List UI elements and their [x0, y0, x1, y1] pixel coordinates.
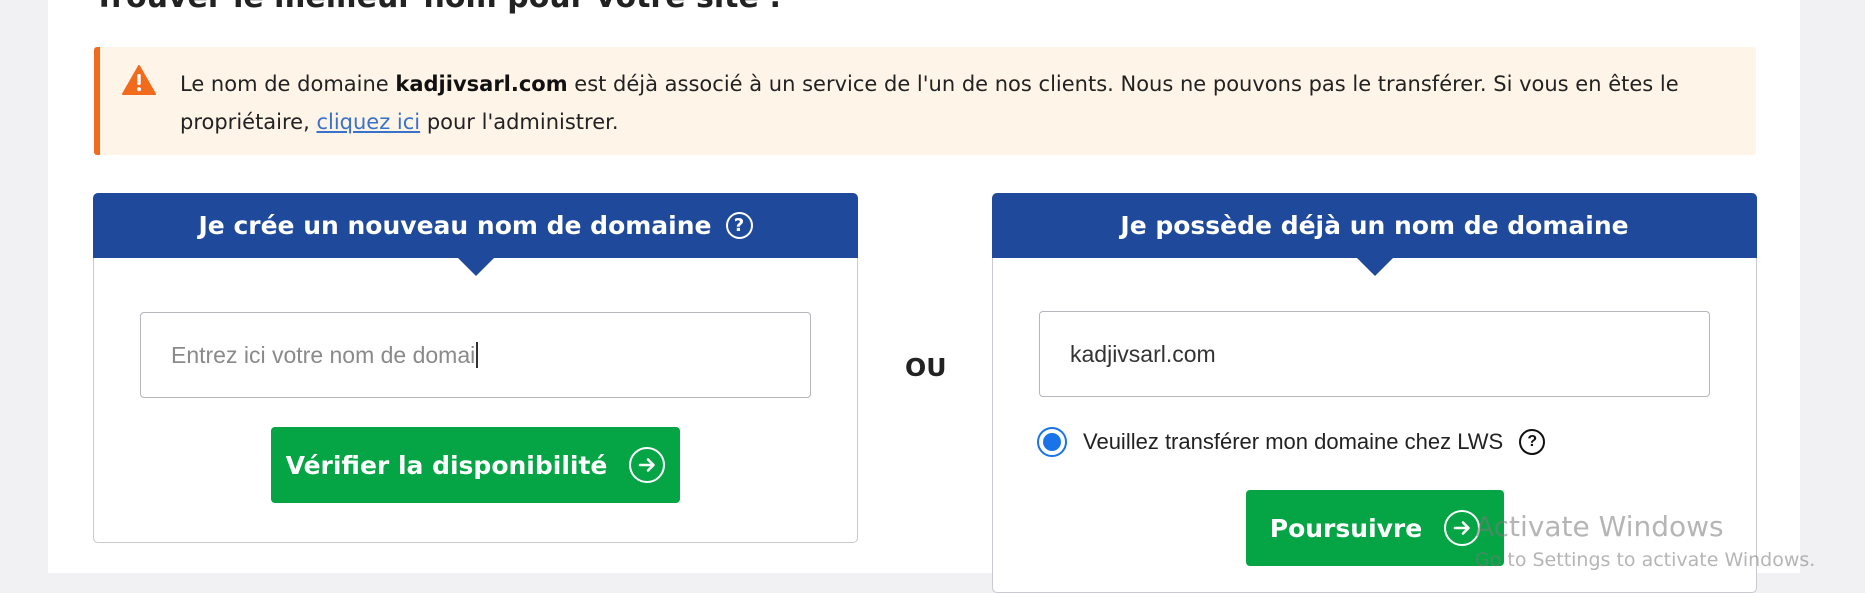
existing-domain-title: Je possède déjà un nom de domaine: [1120, 211, 1629, 240]
transfer-radio[interactable]: [1037, 427, 1067, 457]
continue-label: Poursuivre: [1269, 513, 1423, 543]
alert-text-before: Le nom de domaine: [180, 72, 396, 96]
header-pointer: [1356, 258, 1393, 276]
header-pointer: [457, 258, 494, 276]
check-availability-button[interactable]: Vérifier la disponibilité: [271, 427, 680, 503]
watermark-line2: Go to Settings to activate Windows.: [1475, 549, 1816, 571]
help-circle-icon[interactable]: ?: [1519, 429, 1546, 455]
transfer-option[interactable]: Veuillez transférer mon domaine chez LWS…: [1037, 427, 1546, 457]
watermark-line1: Activate Windows: [1475, 510, 1724, 543]
page-title: Trouver le meilleur nom pour votre site …: [94, 0, 781, 15]
text-caret: [476, 342, 478, 368]
new-domain-input-text: Entrez ici votre nom de domai: [171, 341, 476, 368]
domain-warning-alert: Le nom de domaine kadjivsarl.com est déj…: [94, 47, 1756, 155]
check-availability-label: Vérifier la disponibilité: [285, 450, 608, 480]
new-domain-card: Je crée un nouveau nom de domaine ? Entr…: [93, 193, 858, 543]
transfer-radio-label: Veuillez transférer mon domaine chez LWS: [1083, 429, 1504, 454]
alert-text-after: pour l'administrer.: [420, 110, 619, 134]
warning-icon: [122, 65, 156, 95]
alert-domain: kadjivsarl.com: [395, 72, 568, 96]
radio-selected-dot: [1043, 433, 1061, 451]
continue-button[interactable]: Poursuivre: [1246, 490, 1504, 566]
help-circle-icon[interactable]: ?: [725, 212, 753, 239]
manage-domain-link[interactable]: cliquez ici: [316, 110, 420, 134]
alert-message: Le nom de domaine kadjivsarl.com est déj…: [180, 65, 1720, 141]
new-domain-input[interactable]: Entrez ici votre nom de domai: [140, 312, 811, 398]
new-domain-header: Je crée un nouveau nom de domaine ?: [93, 193, 858, 276]
existing-domain-input-text: kadjivsarl.com: [1070, 340, 1216, 367]
existing-domain-header: Je possède déjà un nom de domaine: [992, 193, 1757, 276]
or-separator: OU: [905, 353, 947, 382]
arrow-circle-right-icon: [629, 447, 666, 483]
existing-domain-input[interactable]: kadjivsarl.com: [1039, 311, 1710, 397]
windows-activation-watermark: Activate Windows Go to Settings to activ…: [1475, 510, 1815, 571]
new-domain-title: Je crée un nouveau nom de domaine: [198, 211, 712, 240]
